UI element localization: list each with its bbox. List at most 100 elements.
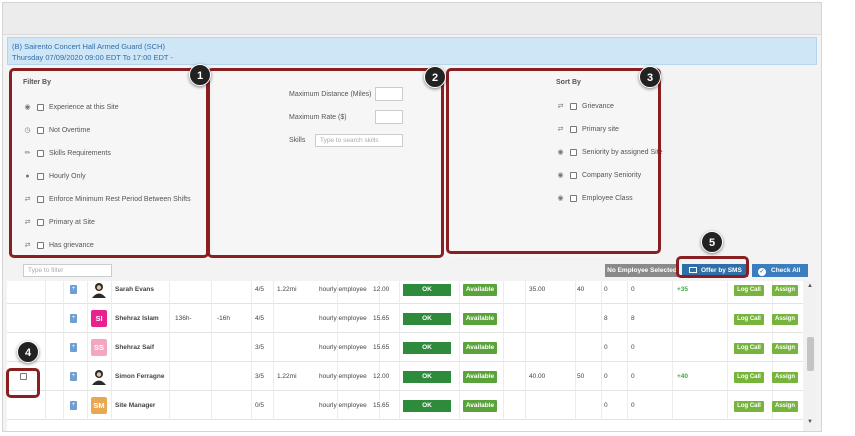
column-divider (169, 304, 170, 333)
column-divider (672, 333, 673, 362)
column-divider (459, 304, 460, 333)
column-divider (727, 304, 728, 333)
column-divider (727, 333, 728, 362)
table-scrollbar[interactable]: ▲ ▼ (804, 281, 816, 431)
column-divider (672, 362, 673, 391)
assign-button[interactable]: Assign (772, 372, 798, 383)
column-divider (169, 333, 170, 362)
callout-badge-4: 4 (17, 341, 39, 363)
callout-box-2 (207, 68, 444, 258)
column-divider (111, 333, 112, 362)
status-ok-badge: OK (403, 284, 451, 296)
assign-button[interactable]: Assign (772, 343, 798, 354)
callout-badge-5: 5 (701, 231, 723, 253)
available-badge: Available (463, 342, 497, 354)
shift-banner: (B) Sairento Concert Hall Armed Guard (S… (7, 37, 817, 65)
status-ok-badge: OK (403, 400, 451, 412)
avatar-initials: SS (93, 343, 104, 352)
column-divider (627, 333, 628, 362)
avatar-initials: SM (93, 401, 105, 410)
check-all-button[interactable]: ✓ Check All (752, 264, 808, 277)
column-divider (399, 333, 400, 362)
table-row: + SI Shehraz Islam 136h- -16h 4/5 hourly emplo… (7, 304, 803, 333)
employee-type-cell: hourly employee (319, 315, 367, 322)
employee-table: + Sarah Evans 4/5 1.22mi hourly employee 12.0… (7, 281, 803, 431)
distance-cell: 1.22mi (277, 286, 297, 293)
avatar-photo (91, 368, 107, 385)
column-divider (727, 281, 728, 304)
column-divider (525, 391, 526, 420)
column-divider (251, 391, 252, 420)
status-ok-badge: OK (403, 313, 451, 325)
count-a-cell: 0 (604, 402, 608, 409)
avatar-initials: SI (95, 314, 103, 323)
hours-under-cell: -16h (217, 315, 231, 322)
assign-button[interactable]: Assign (772, 285, 798, 296)
scroll-down-icon[interactable]: ▼ (807, 419, 813, 425)
shift-title: (B) Sairento Concert Hall Armed Guard (S… (12, 42, 165, 51)
scroll-thumb[interactable] (807, 337, 814, 371)
column-divider (503, 391, 504, 420)
assign-button[interactable]: Assign (772, 314, 798, 325)
expand-icon[interactable]: + (70, 372, 77, 381)
avatar: SM (91, 397, 107, 414)
callout-badge-3: 3 (639, 66, 661, 88)
log-call-button[interactable]: Log Call (734, 285, 764, 296)
assign-button[interactable]: Assign (772, 401, 798, 412)
expand-icon[interactable]: + (70, 285, 77, 294)
expand-icon[interactable]: + (70, 343, 77, 352)
column-divider (111, 304, 112, 333)
column-divider (111, 281, 112, 304)
expand-icon[interactable]: + (70, 401, 77, 410)
pay-rate-cell: 15.65 (373, 315, 390, 322)
pay-rate-cell: 12.00 (373, 286, 390, 293)
pay-rate-cell: 15.65 (373, 344, 390, 351)
column-divider (251, 304, 252, 333)
max-hours-cell: 50 (577, 373, 585, 380)
column-divider (211, 333, 212, 362)
column-divider (45, 304, 46, 333)
column-divider (273, 304, 274, 333)
count-a-cell: 8 (604, 315, 608, 322)
log-call-button[interactable]: Log Call (734, 314, 764, 325)
callout-box-3 (446, 68, 661, 254)
employee-type-cell: hourly employee (319, 286, 367, 293)
available-badge: Available (463, 284, 497, 296)
log-call-button[interactable]: Log Call (734, 401, 764, 412)
employee-type-cell: hourly employee (319, 373, 367, 380)
employee-name: Shehraz Islam (115, 315, 159, 322)
column-divider (211, 391, 212, 420)
column-divider (575, 281, 576, 304)
filter-input[interactable]: Type to filter (23, 264, 112, 277)
check-all-label: Check All (771, 267, 801, 274)
log-call-button[interactable]: Log Call (734, 343, 764, 354)
check-circle-icon: ✓ (758, 268, 766, 276)
avatar: SS (91, 339, 107, 356)
column-divider (575, 391, 576, 420)
avatar: SI (91, 310, 107, 327)
requirements-ratio-cell: 4/5 (255, 286, 265, 293)
no-employee-selected-badge: No Employee Selected (605, 264, 679, 277)
count-b-cell: 0 (631, 373, 635, 380)
scroll-up-icon[interactable]: ▲ (807, 283, 813, 289)
employee-type-cell: hourly employee (319, 402, 367, 409)
callout-box-4 (6, 368, 40, 398)
column-divider (211, 362, 212, 391)
requirements-ratio-cell: 3/5 (255, 344, 265, 351)
employee-name: Site Manager (115, 402, 156, 409)
column-divider (627, 362, 628, 391)
column-divider (211, 304, 212, 333)
requirements-ratio-cell: 0/5 (255, 402, 265, 409)
expand-icon[interactable]: + (70, 314, 77, 323)
column-divider (727, 362, 728, 391)
column-divider (251, 281, 252, 304)
column-divider (672, 281, 673, 304)
column-divider (63, 333, 64, 362)
log-call-button[interactable]: Log Call (734, 372, 764, 383)
column-divider (111, 362, 112, 391)
column-divider (251, 333, 252, 362)
column-divider (575, 362, 576, 391)
column-divider (525, 333, 526, 362)
column-divider (399, 391, 400, 420)
requirements-ratio-cell: 4/5 (255, 315, 265, 322)
